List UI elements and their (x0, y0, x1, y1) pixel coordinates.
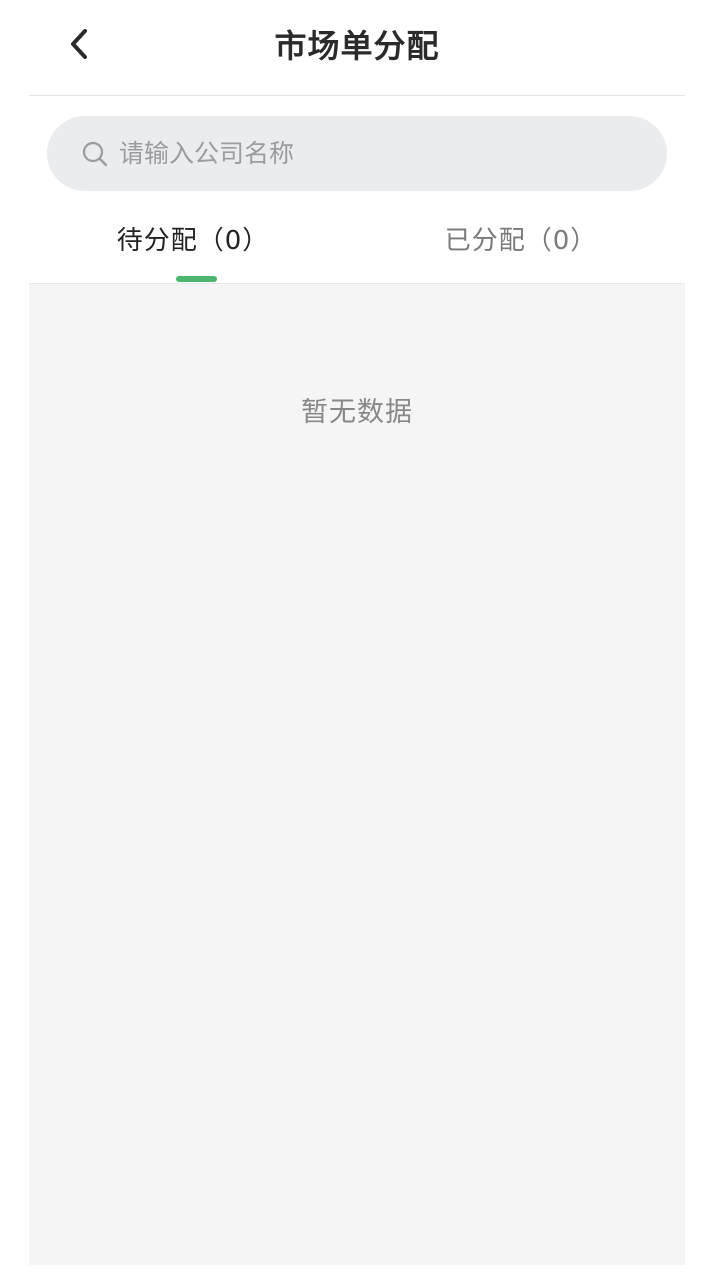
tab-assigned-label: 已分配（0） (444, 226, 598, 256)
company-search-input[interactable] (119, 133, 639, 174)
tab-bar: 待分配（0） 已分配（0） (29, 196, 685, 284)
search-bar[interactable] (47, 116, 667, 191)
list-content-area: 暂无数据 (29, 284, 685, 1265)
active-tab-indicator (176, 276, 217, 282)
empty-state-text: 暂无数据 (301, 397, 413, 428)
top-nav-bar: 市场单分配 (29, 0, 685, 96)
app-root: 市场单分配 待分配（0） 已分配（0） 暂无数据 (0, 0, 720, 1280)
page-frame: 市场单分配 待分配（0） 已分配（0） 暂无数据 (29, 0, 685, 1265)
tab-assigned[interactable]: 已分配（0） (357, 196, 685, 284)
tab-unassigned-label: 待分配（0） (116, 226, 270, 256)
page-title: 市场单分配 (274, 27, 440, 65)
search-icon (82, 141, 108, 166)
tab-unassigned[interactable]: 待分配（0） (29, 196, 357, 284)
